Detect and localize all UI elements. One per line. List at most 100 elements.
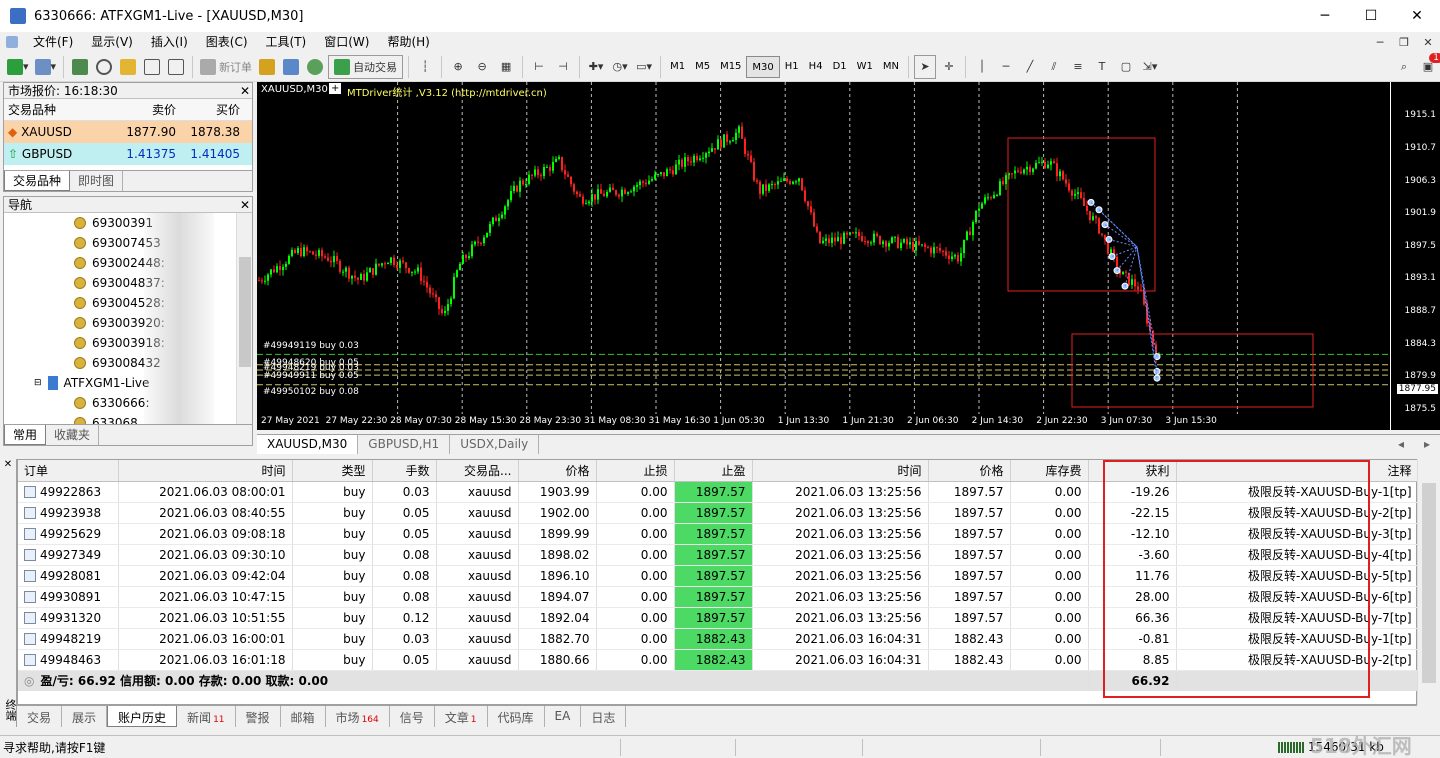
- terminal-tab[interactable]: 交易: [17, 706, 63, 727]
- arrows-icon[interactable]: ⇲▾: [1139, 55, 1161, 79]
- col-header[interactable]: 时间: [118, 460, 293, 482]
- col-header[interactable]: 注释: [1176, 460, 1419, 482]
- terminal-scrollbar[interactable]: [1417, 459, 1440, 705]
- table-row[interactable]: 49930891 2021.06.03 10:47:15 buy 0.08 xauusd…: [18, 586, 1419, 608]
- tab-tick-chart[interactable]: 即时图: [70, 171, 124, 191]
- account-item[interactable]: 6330666:: [4, 393, 252, 413]
- col-header[interactable]: 库存费: [1010, 460, 1089, 482]
- chat-icon[interactable]: [280, 55, 302, 79]
- gold-icon[interactable]: [256, 55, 278, 79]
- terminal-tab[interactable]: 文章 1: [435, 706, 488, 727]
- scroll-left-icon[interactable]: ◂: [1388, 435, 1414, 454]
- minimize-button[interactable]: ─: [1302, 0, 1348, 32]
- text-icon[interactable]: T: [1091, 55, 1113, 79]
- fibonacci-icon[interactable]: ≡: [1067, 55, 1089, 79]
- scrollbar[interactable]: [236, 213, 252, 427]
- terminal-close-icon[interactable]: ✕: [0, 459, 16, 470]
- table-row[interactable]: 49925629 2021.06.03 09:08:18 buy 0.05 xauusd…: [18, 523, 1419, 545]
- close-icon[interactable]: ✕: [238, 197, 252, 212]
- col-header[interactable]: 价格: [518, 460, 597, 482]
- menu-window[interactable]: 窗口(W): [315, 32, 378, 52]
- market-row-xauusd[interactable]: ◆ XAUUSD 1877.90 1878.38: [4, 121, 252, 143]
- chart-tab-usdx[interactable]: USDX,Daily: [450, 435, 540, 454]
- strategy-tester-icon[interactable]: [165, 55, 187, 79]
- account-item[interactable]: 693004528:: [4, 293, 252, 313]
- account-item[interactable]: 693007453: [4, 233, 252, 253]
- zoom-out-icon[interactable]: ⊖: [471, 55, 493, 79]
- tf-m5[interactable]: M5: [690, 56, 715, 78]
- tf-w1[interactable]: W1: [852, 56, 878, 78]
- close-icon[interactable]: ✕: [238, 83, 252, 98]
- menu-tools[interactable]: 工具(T): [257, 32, 316, 52]
- terminal-tab[interactable]: 警报: [236, 706, 281, 727]
- periods-icon[interactable]: ◷▾: [609, 55, 631, 79]
- chart-shift-icon[interactable]: ⊢: [528, 55, 550, 79]
- channel-icon[interactable]: ⫽: [1043, 55, 1065, 79]
- tf-h4[interactable]: H4: [804, 56, 828, 78]
- table-row[interactable]: 49948463 2021.06.03 16:01:18 buy 0.05 xauusd…: [18, 649, 1419, 671]
- zoom-in-icon[interactable]: ⊕: [447, 55, 469, 79]
- tf-m30[interactable]: M30: [746, 55, 780, 78]
- server-item[interactable]: ⊟ ATFXGM1-Live: [4, 373, 252, 393]
- menu-insert[interactable]: 插入(I): [142, 32, 197, 52]
- account-item[interactable]: 693004837:: [4, 273, 252, 293]
- chart-window-icon[interactable]: [1, 30, 23, 54]
- col-header[interactable]: 价格: [928, 460, 1011, 482]
- templates-icon[interactable]: ▭▾: [633, 55, 655, 79]
- close-button[interactable]: ✕: [1394, 0, 1440, 32]
- autoscroll-icon[interactable]: ⊣: [552, 55, 574, 79]
- col-header[interactable]: 获利: [1088, 460, 1177, 482]
- terminal-tab[interactable]: 日志: [581, 706, 627, 727]
- navigator-icon[interactable]: [117, 55, 139, 79]
- terminal-tab[interactable]: 市场 164: [326, 706, 390, 727]
- account-item[interactable]: 693003918:: [4, 333, 252, 353]
- col-header[interactable]: 类型: [292, 460, 373, 482]
- table-row[interactable]: 49922863 2021.06.03 08:00:01 buy 0.03 xauusd…: [18, 481, 1419, 503]
- terminal-tab[interactable]: 账户历史: [107, 706, 178, 727]
- trendline-icon[interactable]: ╱: [1019, 55, 1041, 79]
- horizontal-line-icon[interactable]: ─: [995, 55, 1017, 79]
- price-chart[interactable]: XAUUSD,M30 + MTDriver统计 ,V3.12 (http://m…: [257, 82, 1390, 430]
- mdi-restore-icon[interactable]: ❐: [1393, 30, 1415, 54]
- col-header[interactable]: 时间: [752, 460, 929, 482]
- tf-m15[interactable]: M15: [715, 56, 746, 78]
- crosshair-icon[interactable]: ✛: [938, 55, 960, 79]
- menu-file[interactable]: 文件(F): [24, 32, 82, 52]
- price-axis[interactable]: 1877.95 1915.1 1910.7 1906.3 1901.9 1897.5 18…: [1390, 82, 1440, 430]
- candlestick-chart[interactable]: [257, 82, 1390, 430]
- col-ask[interactable]: 买价: [180, 101, 244, 118]
- menu-charts[interactable]: 图表(C): [197, 32, 257, 52]
- tf-mn[interactable]: MN: [878, 56, 904, 78]
- indicators-icon[interactable]: ✚▾: [585, 55, 607, 79]
- terminal-tab[interactable]: 代码库: [488, 706, 545, 727]
- collapse-icon[interactable]: ⊟: [34, 378, 42, 388]
- indicator-plus-icon[interactable]: +: [329, 83, 342, 94]
- market-row-gbpusd[interactable]: ⇧ GBPUSD 1.41375 1.41405: [4, 143, 252, 165]
- terminal-tab[interactable]: 新闻 11: [177, 706, 236, 727]
- notifications-icon[interactable]: ▣ 1: [1417, 52, 1440, 79]
- tab-symbols[interactable]: 交易品种: [4, 171, 71, 191]
- signals-icon[interactable]: [304, 55, 326, 79]
- menu-view[interactable]: 显示(V): [82, 32, 142, 52]
- maximize-button[interactable]: ☐: [1348, 0, 1394, 32]
- terminal-icon[interactable]: [141, 55, 163, 79]
- scroll-right-icon[interactable]: ▸: [1414, 435, 1440, 454]
- tab-favorites[interactable]: 收藏夹: [46, 425, 100, 445]
- terminal-tab[interactable]: 展示: [62, 706, 108, 727]
- col-header[interactable]: 订单: [18, 460, 119, 482]
- col-header[interactable]: 止盈: [674, 460, 753, 482]
- bar-chart-icon[interactable]: ┆: [414, 55, 436, 79]
- vertical-line-icon[interactable]: │: [971, 55, 993, 79]
- account-item[interactable]: 693008432: [4, 353, 252, 373]
- account-item[interactable]: 693003920:: [4, 313, 252, 333]
- table-row[interactable]: 49927349 2021.06.03 09:30:10 buy 0.08 xauusd…: [18, 544, 1419, 566]
- profiles-icon[interactable]: ▾: [33, 55, 59, 79]
- table-row[interactable]: 49948219 2021.06.03 16:00:01 buy 0.03 xauusd…: [18, 628, 1419, 650]
- tab-common[interactable]: 常用: [4, 425, 47, 445]
- mdi-minimize-icon[interactable]: ─: [1369, 30, 1391, 54]
- terminal-tab[interactable]: 邮箱: [281, 706, 326, 727]
- tf-d1[interactable]: D1: [828, 56, 852, 78]
- search-icon[interactable]: ⌕: [1393, 55, 1415, 79]
- menu-help[interactable]: 帮助(H): [378, 32, 438, 52]
- table-row[interactable]: 49928081 2021.06.03 09:42:04 buy 0.08 xauusd…: [18, 565, 1419, 587]
